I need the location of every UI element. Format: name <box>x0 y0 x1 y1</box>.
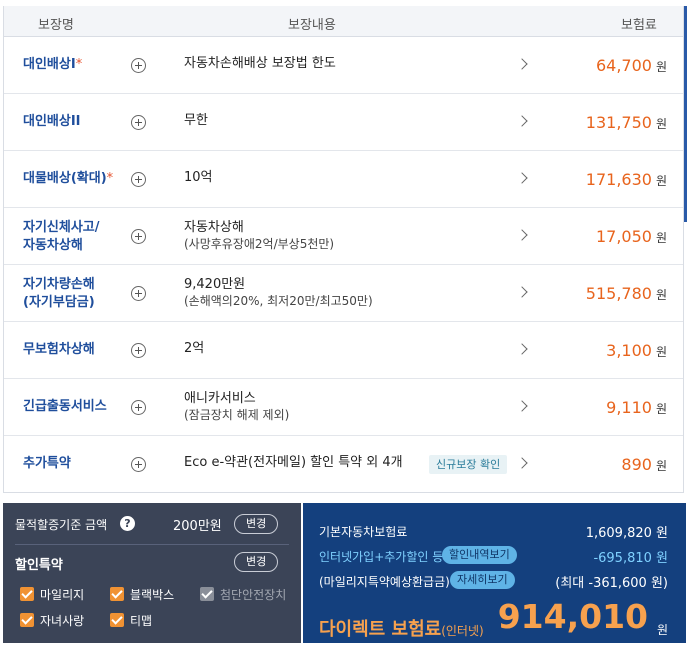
coverage-content: 애니카서비스 (잠금장치 해제 제외) <box>184 391 290 422</box>
view-details-button[interactable]: 자세히보기 <box>450 571 515 589</box>
chevron-right-icon[interactable] <box>516 172 528 184</box>
chevron-right-icon[interactable] <box>516 115 528 127</box>
coverage-name: 대물배상(확대)* <box>23 171 114 186</box>
property-damage-label: 물적할증기준 금액 <box>15 518 108 532</box>
chevron-right-icon[interactable] <box>516 286 528 298</box>
coverage-name: 긴급출동서비스 <box>23 399 107 414</box>
table-row: 무보험차상해 2억 3,100 원 <box>4 322 683 379</box>
checkbox-icon[interactable] <box>110 613 124 627</box>
expand-plus-icon[interactable] <box>131 58 146 73</box>
checkbox-icon <box>200 587 214 601</box>
checkbox-icon[interactable] <box>20 613 34 627</box>
premium-value: 3,100 원 <box>606 341 667 360</box>
chevron-right-icon[interactable] <box>516 457 528 469</box>
header-coverage-name: 보장명 <box>38 18 74 33</box>
new-coverage-check-button[interactable]: 신규보장 확인 <box>429 455 508 474</box>
table-row: 추가특약 Eco e-약관(전자메일) 할인 특약 외 4개 신규보장 확인 8… <box>4 436 683 493</box>
table-row: 대인배상II 무한 131,750 원 <box>4 94 683 151</box>
checkbox-icon[interactable] <box>110 587 124 601</box>
coverage-name: 대인배상II <box>23 114 81 129</box>
coverage-content: Eco e-약관(전자메일) 할인 특약 외 4개 <box>184 455 403 470</box>
chevron-right-icon[interactable] <box>516 58 528 70</box>
help-icon[interactable]: ? <box>120 516 135 531</box>
mileage-refund-value: (최대 -361,600 원) <box>555 576 668 591</box>
header-premium: 보험료 <box>621 18 657 33</box>
coverage-name: 무보험차상해 <box>23 342 95 357</box>
premium-value: 515,780 원 <box>585 284 667 303</box>
premium-value: 171,630 원 <box>585 170 667 189</box>
discount-label: 인터넷가입+추가할인 등 <box>319 550 444 564</box>
premium-value: 17,050 원 <box>595 227 667 246</box>
scroll-accent-bar <box>684 6 687 222</box>
premium-value: 890 원 <box>621 455 667 474</box>
expand-plus-icon[interactable] <box>131 229 146 244</box>
premium-value: 131,750 원 <box>585 113 667 132</box>
direct-premium-value: 914,010 <box>497 597 648 636</box>
table-row: 긴급출동서비스 애니카서비스 (잠금장치 해제 제외) 9,110 원 <box>4 379 683 436</box>
chevron-right-icon[interactable] <box>516 400 528 412</box>
table-row: 대물배상(확대)* 10억 171,630 원 <box>4 151 683 208</box>
coverage-name: 추가특약 <box>23 456 71 471</box>
table-header: 보장명 보장내용 보험료 <box>4 6 683 37</box>
table-row: 자기차량손해 (자기부담금) 9,420만원 (손해액의20%, 최저20만/최… <box>4 265 683 322</box>
coverage-name: 자기신체사고/ 자동차상해 <box>23 220 100 253</box>
property-damage-amount: 200만원 <box>173 519 222 534</box>
header-coverage-content: 보장내용 <box>288 18 336 33</box>
table-row: 대인배상I* 자동차손해배상 보장법 한도 64,700 원 <box>4 37 683 94</box>
premium-summary-panel: 기본자동차보험료 1,609,820 원 인터넷가입+추가할인 등 할인내역보기… <box>303 503 686 643</box>
change-discount-button[interactable]: 변경 <box>234 552 279 572</box>
expand-plus-icon[interactable] <box>131 457 146 472</box>
expand-plus-icon[interactable] <box>131 172 146 187</box>
base-premium-value: 1,609,820 원 <box>585 526 668 541</box>
coverage-content: 9,420만원 (손해액의20%, 최저20만/최고50만) <box>184 277 373 308</box>
chevron-right-icon[interactable] <box>516 229 528 241</box>
discount-settings-panel: 물적할증기준 금액 ? 200만원 변경 할인특약 변경 마일리지 블랙박스 첨… <box>3 503 301 643</box>
coverage-content: 무한 <box>184 113 208 128</box>
coverage-content: 자동차손해배상 보장법 한도 <box>184 56 336 71</box>
expand-plus-icon[interactable] <box>131 400 146 415</box>
checkbox-icon[interactable] <box>20 587 34 601</box>
coverage-content: 자동차상해 (사망후유장애2억/부상5천만) <box>184 220 335 251</box>
coverage-name: 대인배상I* <box>23 57 83 72</box>
discount-value: -695,810 원 <box>593 551 668 566</box>
discount-rider-label: 할인특약 <box>15 558 63 573</box>
expand-plus-icon[interactable] <box>131 343 146 358</box>
expand-plus-icon[interactable] <box>131 115 146 130</box>
change-property-button[interactable]: 변경 <box>234 514 279 534</box>
premium-value: 64,700 원 <box>595 56 667 75</box>
divider <box>15 544 289 545</box>
direct-premium-label: 다이렉트 보험료(인터넷) <box>319 619 484 640</box>
mileage-refund-label: (마일리지특약예상환급금) <box>319 575 450 589</box>
coverage-content: 2억 <box>184 341 205 356</box>
table-row: 자기신체사고/ 자동차상해 자동차상해 (사망후유장애2억/부상5천만) 17,… <box>4 208 683 265</box>
coverage-content: 10억 <box>184 170 213 185</box>
chevron-right-icon[interactable] <box>516 343 528 355</box>
base-premium-label: 기본자동차보험료 <box>319 525 408 539</box>
coverage-name: 자기차량손해 (자기부담금) <box>23 277 95 310</box>
expand-plus-icon[interactable] <box>131 286 146 301</box>
coverage-table: 보장명 보장내용 보험료 대인배상I* 자동차손해배상 보장법 한도 64,70… <box>3 6 684 493</box>
premium-value: 9,110 원 <box>606 398 667 417</box>
direct-premium-unit: 원 <box>656 623 668 637</box>
view-discount-details-button[interactable]: 할인내역보기 <box>442 546 517 564</box>
